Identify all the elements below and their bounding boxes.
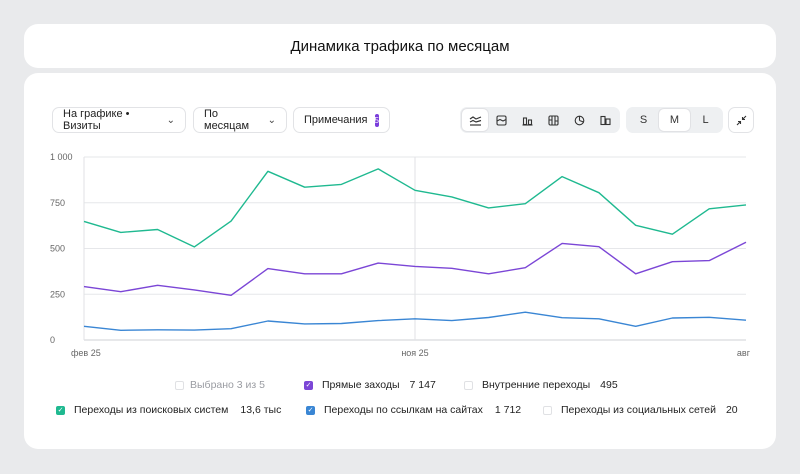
y-tick-label: 0 xyxy=(50,335,55,345)
x-tick-label: фев 25 xyxy=(71,348,101,358)
legend-value: 7 147 xyxy=(409,379,436,391)
legend-value: 495 xyxy=(600,379,618,391)
legend-item-social[interactable]: Переходы из социальных сетей 20 xyxy=(543,404,738,416)
checkbox-icon xyxy=(543,405,552,415)
line-chart: 0 250 500 750 1 000 фев 25 ноя 25 авг xyxy=(50,152,751,358)
y-tick-label: 500 xyxy=(50,244,65,254)
legend-value: 20 xyxy=(725,404,738,416)
page-title: Динамика трафика по месяцам xyxy=(290,37,510,55)
legend-label: Переходы из социальных сетей xyxy=(561,404,716,416)
checkbox-icon xyxy=(464,380,473,390)
checkbox-checked-icon: ✓ xyxy=(56,405,65,415)
legend-item-internal[interactable]: Внутренние переходы 495 xyxy=(464,379,618,391)
page-title-card: Динамика трафика по месяцам xyxy=(24,24,776,68)
chart-card: На графике • Визиты ⌄ По месяцам ⌄ Приме… xyxy=(24,73,776,449)
legend-item-links[interactable]: ✓ Переходы по ссылкам на сайтах 1 712 xyxy=(306,404,521,416)
legend-value: 13,6 тыс xyxy=(240,404,282,416)
legend-item-search[interactable]: ✓ Переходы из поисковых систем 13,6 тыс xyxy=(56,404,281,416)
y-tick-label: 1 000 xyxy=(50,152,73,162)
legend-label: Переходы по ссылкам на сайтах xyxy=(324,404,483,416)
legend-label: Переходы из поисковых систем xyxy=(74,404,229,416)
legend-item-direct[interactable]: ✓ Прямые заходы 7 147 xyxy=(304,379,436,391)
legend-label: Прямые заходы xyxy=(322,379,400,391)
y-tick-label: 250 xyxy=(50,289,65,299)
checkbox-icon xyxy=(175,380,184,390)
legend-selected-text: Выбрано 3 из 5 xyxy=(190,379,265,391)
legend-label: Внутренние переходы xyxy=(482,379,591,391)
x-tick-label: авг xyxy=(737,348,751,358)
checkbox-checked-icon: ✓ xyxy=(306,405,315,415)
checkbox-checked-icon: ✓ xyxy=(304,380,313,390)
legend-value: 1 712 xyxy=(494,404,522,416)
x-tick-label: ноя 25 xyxy=(401,348,428,358)
legend-selected-info: Выбрано 3 из 5 xyxy=(175,379,265,391)
y-tick-label: 750 xyxy=(50,198,65,208)
